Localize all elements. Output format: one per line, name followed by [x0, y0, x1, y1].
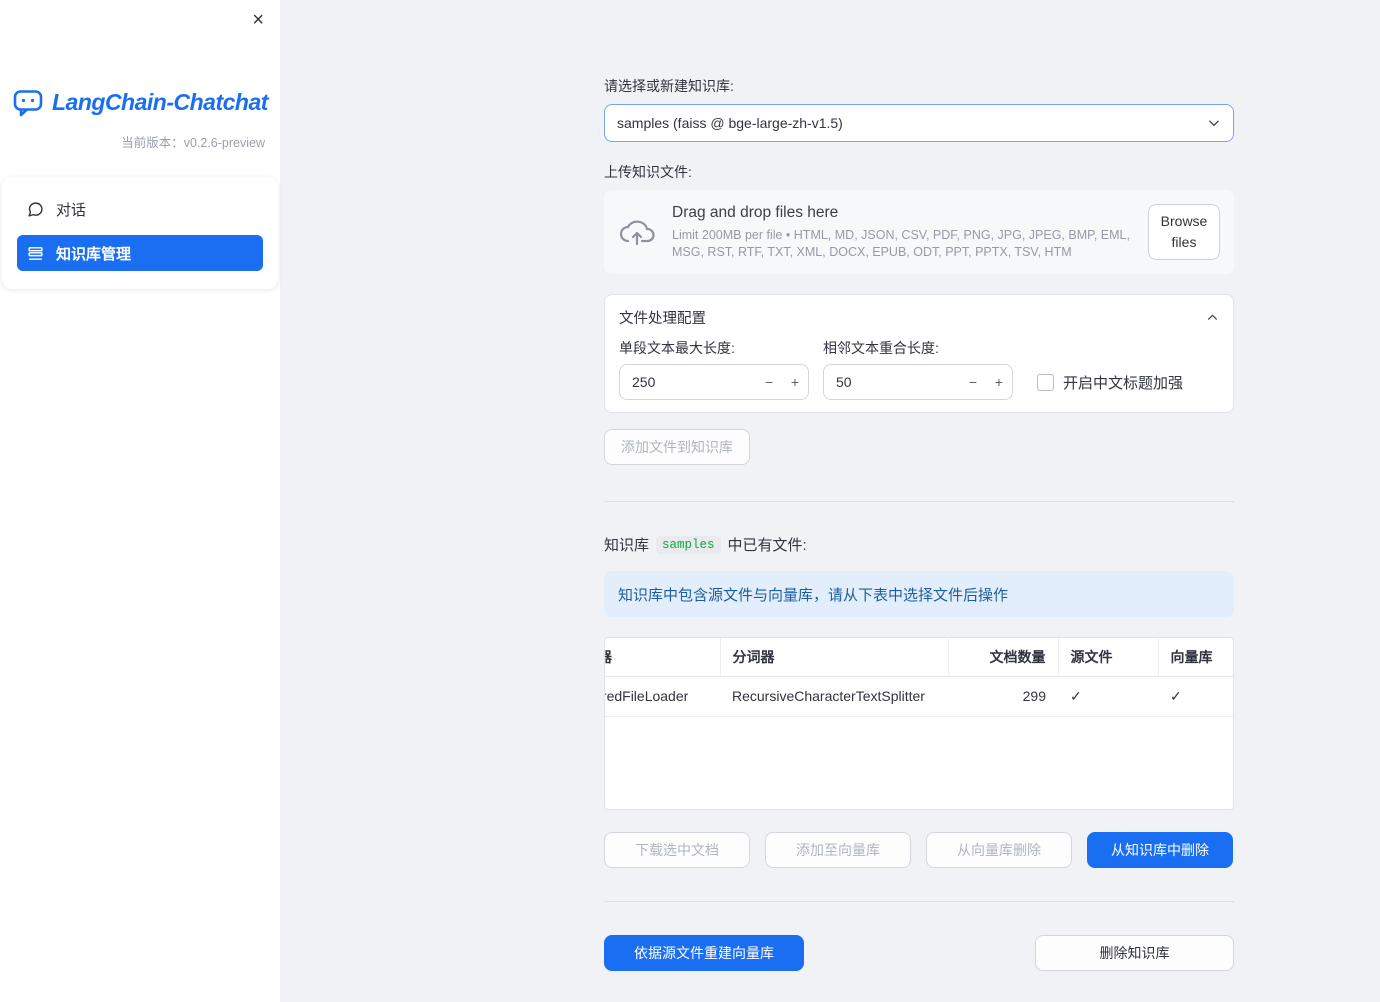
- column-header-source-file[interactable]: 源文件: [1058, 638, 1159, 677]
- kb-files-suffix: 中已有文件:: [727, 537, 807, 554]
- remove-from-vector-button[interactable]: 从向量库删除: [926, 832, 1072, 868]
- delete-kb-button[interactable]: 删除知识库: [1035, 935, 1234, 971]
- kb-files-heading: 知识库 samples 中已有文件:: [604, 534, 1234, 555]
- add-files-to-kb-button[interactable]: 添加文件到知识库: [604, 429, 750, 465]
- expander-header[interactable]: 文件处理配置: [619, 307, 1219, 328]
- app-logo: LangChain-Chatchat: [0, 0, 280, 118]
- sidebar-item-dialogue[interactable]: 对话: [17, 191, 263, 227]
- sidebar-item-knowledge-base[interactable]: 知识库管理: [17, 235, 263, 271]
- kb-files-prefix: 知识库: [604, 537, 650, 554]
- file-dropzone[interactable]: Drag and drop files here Limit 200MB per…: [604, 190, 1234, 274]
- close-icon: ×: [252, 9, 264, 31]
- logo-chat-icon: [12, 86, 44, 118]
- expander-title: 文件处理配置: [619, 311, 706, 327]
- table-row[interactable]: UnstructuredFileLoader RecursiveCharacte…: [605, 676, 1233, 717]
- main-area: 请选择或新建知识库: samples (faiss @ bge-large-zh…: [280, 0, 1380, 1002]
- info-banner-text: 知识库中包含源文件与向量库，请从下表中选择文件后操作: [618, 586, 1009, 604]
- kb-name-code: samples: [656, 535, 721, 554]
- cell-splitter: RecursiveCharacterTextSplitter: [720, 676, 948, 717]
- rebuild-vector-store-button[interactable]: 依据源文件重建向量库: [604, 935, 804, 971]
- column-header-doc-count[interactable]: 文档数量: [948, 638, 1059, 677]
- sidebar: × LangChain-Chatchat 当前版本：v0.2.6-preview…: [0, 0, 280, 1002]
- zh-title-enhance-group: 开启中文标题加强: [1037, 364, 1183, 400]
- kb-select[interactable]: samples (faiss @ bge-large-zh-v1.5): [604, 104, 1234, 142]
- cell-doc-count: 299: [948, 676, 1058, 717]
- chevron-down-icon: [1207, 116, 1221, 130]
- cell-source-check: ✓: [1058, 676, 1158, 717]
- table-actions: 下载选中文档 添加至向量库 从向量库删除 从知识库中删除: [604, 832, 1234, 868]
- chunk-size-label: 单段文本最大长度:: [619, 340, 735, 356]
- zh-title-enhance-checkbox[interactable]: [1037, 373, 1054, 391]
- add-to-vector-button[interactable]: 添加至向量库: [765, 832, 911, 868]
- increment-button[interactable]: +: [986, 365, 1012, 399]
- dropzone-title: Drag and drop files here: [672, 203, 839, 221]
- dropzone-limit: Limit 200MB per file • HTML, MD, JSON, C…: [672, 227, 1130, 259]
- kb-actions: 依据源文件重建向量库 删除知识库: [604, 935, 1234, 971]
- chunk-size-stepper: − +: [619, 364, 809, 400]
- browse-files-button[interactable]: Browse files: [1148, 204, 1220, 260]
- version-label: 当前版本：v0.2.6-preview: [121, 136, 265, 150]
- cell-loader: UnstructuredFileLoader: [605, 676, 720, 717]
- files-table[interactable]: 文档加载器 分词器 文档数量 源文件 向量库 UnstructuredFileL…: [604, 637, 1234, 810]
- info-banner: 知识库中包含源文件与向量库，请从下表中选择文件后操作: [604, 571, 1234, 617]
- chevron-up-icon: [1206, 311, 1219, 324]
- chat-bubble-icon: [27, 201, 44, 218]
- column-header-splitter[interactable]: 分词器: [720, 638, 949, 677]
- upload-label: 上传知识文件:: [604, 164, 692, 180]
- divider: [604, 501, 1234, 502]
- file-config-expander: 文件处理配置 单段文本最大长度: − + 相邻文本重合长度:: [604, 294, 1234, 413]
- sidebar-item-label: 知识库管理: [56, 245, 132, 263]
- chunk-size-input[interactable]: [620, 374, 756, 390]
- knowledge-base-icon: [27, 245, 44, 262]
- decrement-button[interactable]: −: [756, 365, 782, 399]
- cloud-upload-icon: [618, 217, 656, 247]
- table-header-row: 文档加载器 分词器 文档数量 源文件 向量库: [605, 638, 1233, 677]
- overlap-size-label: 相邻文本重合长度:: [823, 340, 939, 356]
- zh-title-enhance-label: 开启中文标题加强: [1063, 374, 1184, 392]
- app-title: LangChain-Chatchat: [52, 88, 268, 115]
- decrement-button[interactable]: −: [960, 365, 986, 399]
- sidebar-item-label: 对话: [56, 201, 87, 219]
- overlap-size-input[interactable]: [824, 374, 960, 390]
- download-selected-button[interactable]: 下载选中文档: [604, 832, 750, 868]
- overlap-size-stepper: − +: [823, 364, 1013, 400]
- remove-from-kb-button[interactable]: 从知识库中删除: [1087, 832, 1233, 868]
- close-sidebar-button[interactable]: ×: [248, 6, 268, 34]
- column-header-loader[interactable]: 文档加载器: [605, 638, 721, 677]
- increment-button[interactable]: +: [782, 365, 808, 399]
- kb-select-label: 请选择或新建知识库:: [604, 78, 734, 94]
- column-header-vector-store[interactable]: 向量库: [1158, 638, 1233, 677]
- cell-vector-check: ✓: [1158, 676, 1233, 717]
- divider: [604, 901, 1234, 902]
- kb-select-value: samples (faiss @ bge-large-zh-v1.5): [617, 115, 843, 131]
- sidebar-menu: 对话 知识库管理: [2, 177, 278, 289]
